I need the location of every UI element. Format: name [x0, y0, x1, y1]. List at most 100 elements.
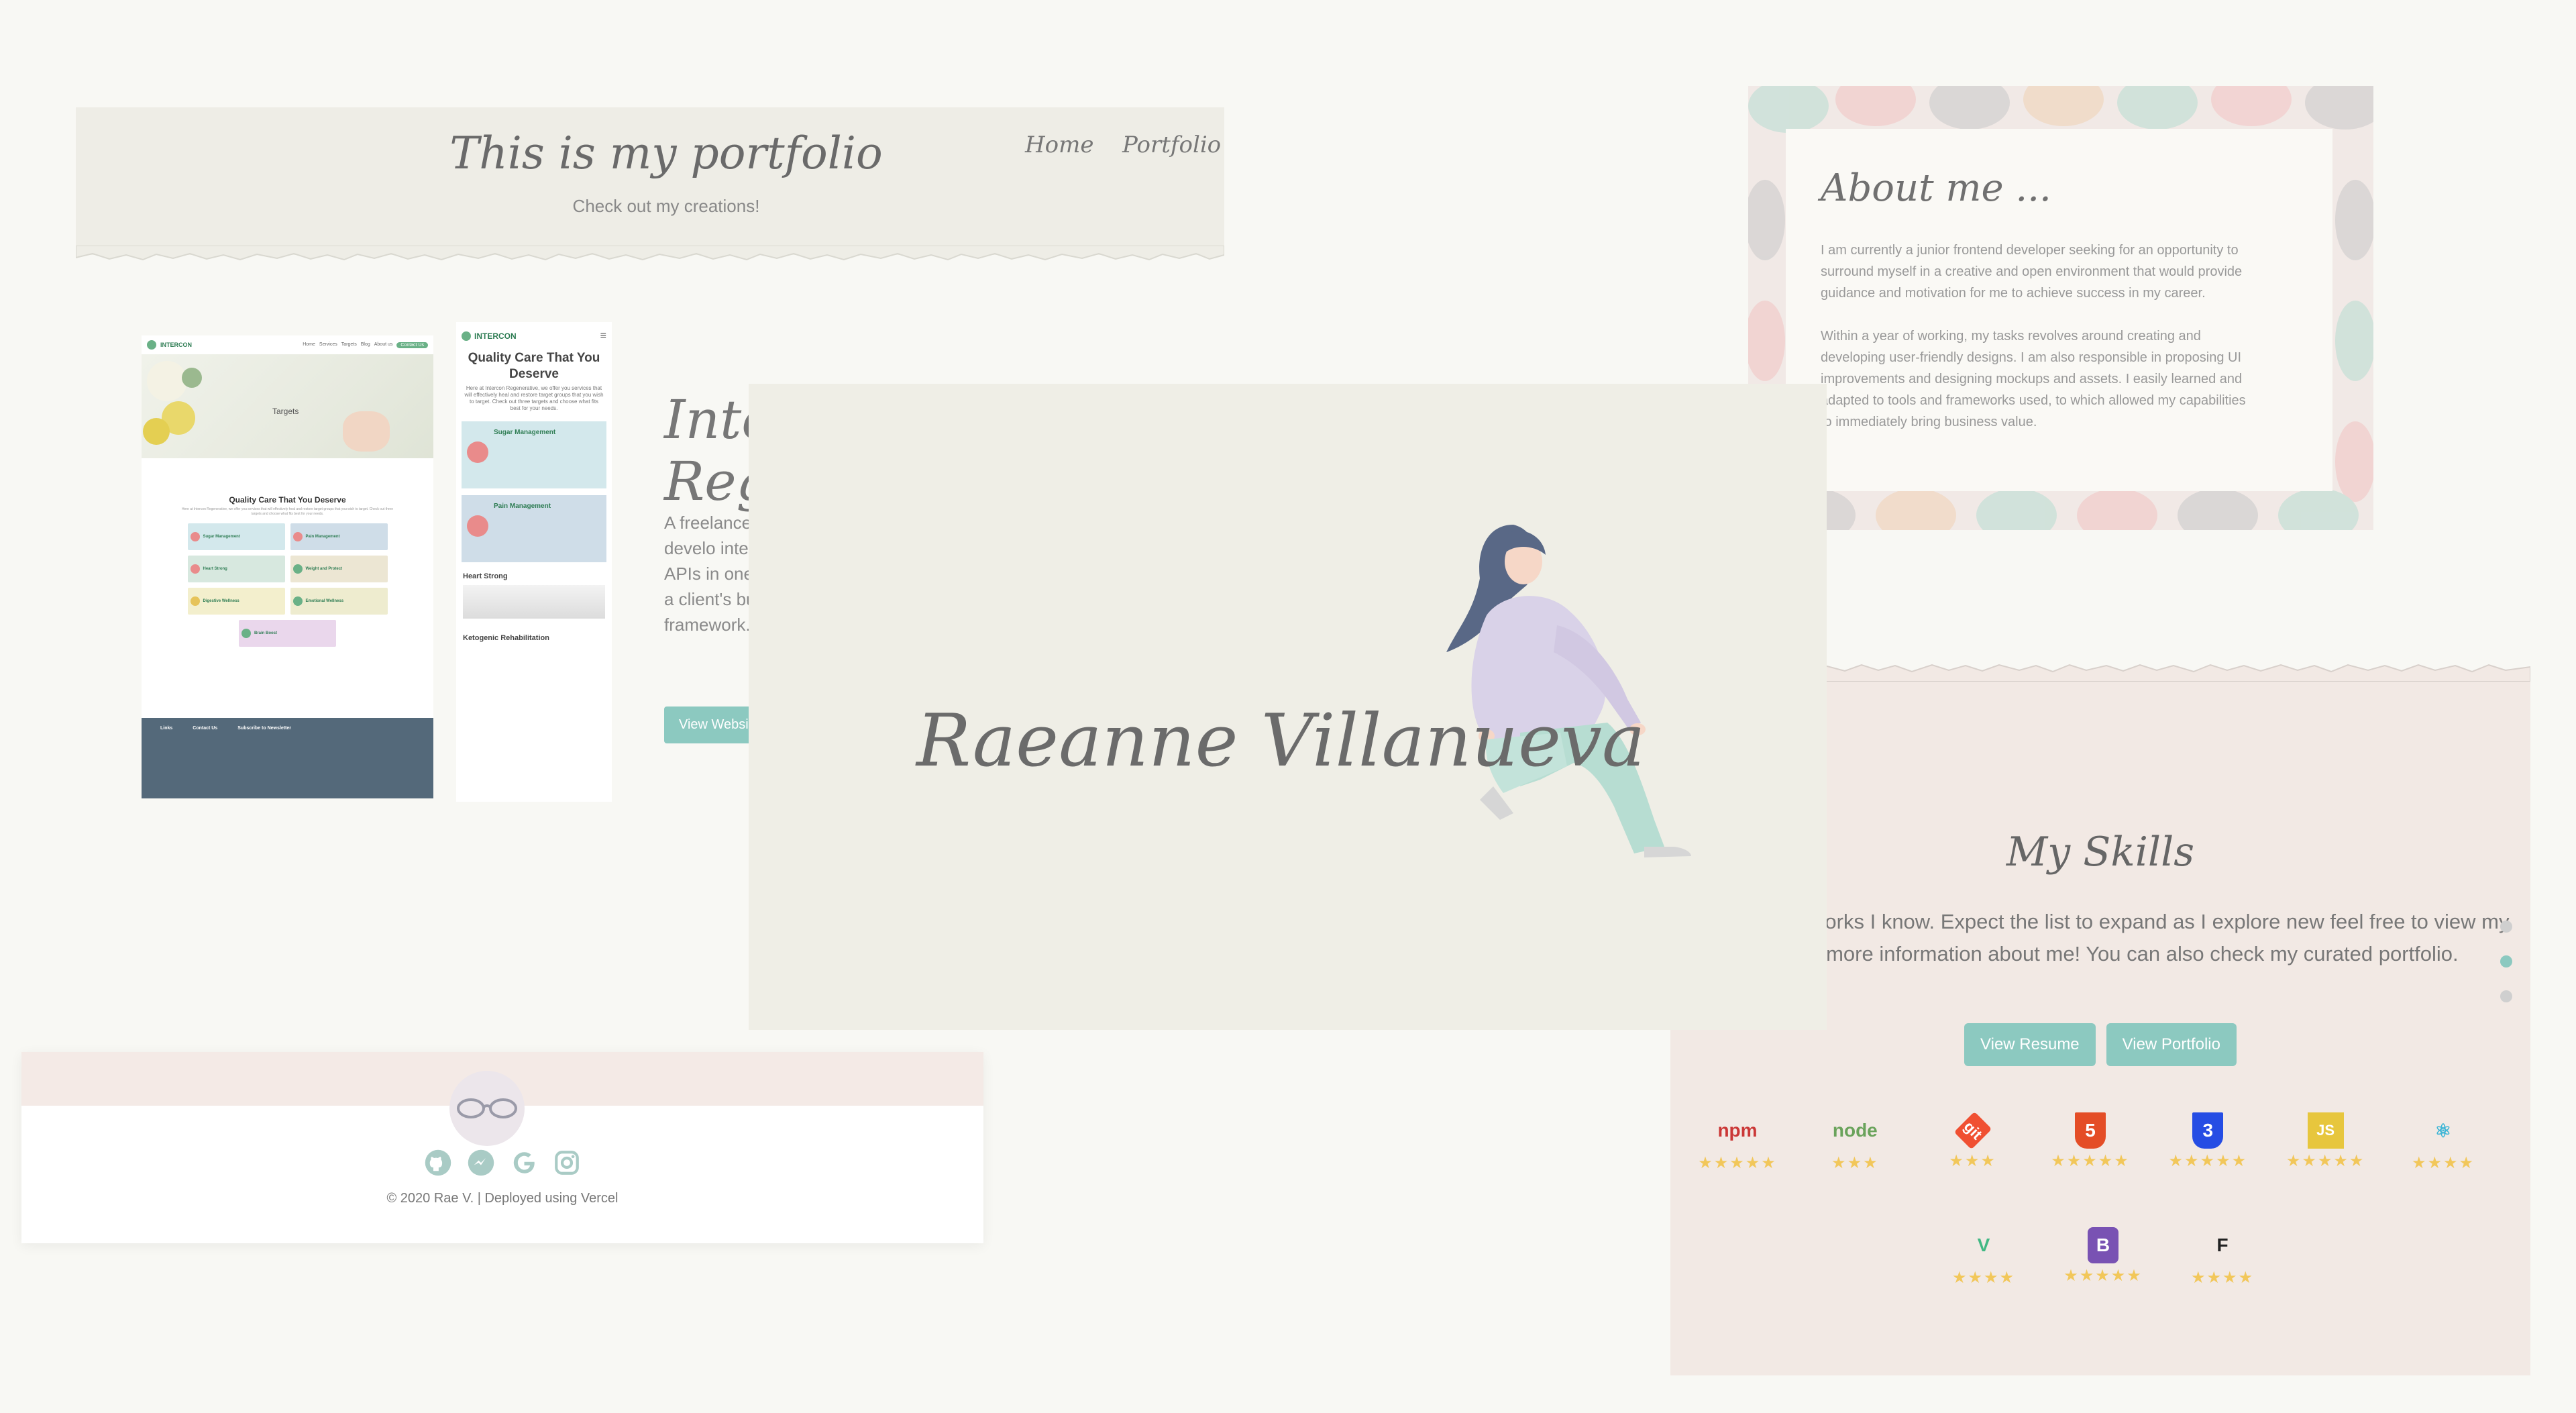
card-icon	[467, 515, 488, 537]
about-paragraph: I am currently a junior frontend develop…	[1821, 243, 2243, 301]
instagram-icon[interactable]	[551, 1147, 582, 1178]
javascript-icon: JS	[2307, 1112, 2344, 1149]
leaf-image	[182, 368, 202, 388]
github-icon[interactable]	[423, 1147, 453, 1178]
card-text: Brain Boost	[254, 631, 278, 635]
skill-rating: ★★★★★	[2051, 1152, 2130, 1170]
npm-icon: npm	[1717, 1120, 1758, 1141]
mockup-footer: Links Contact Us Subscribe to Newsletter	[142, 718, 433, 798]
card-icon	[292, 564, 303, 574]
google-icon[interactable]	[508, 1147, 539, 1178]
skill-rating: ★★★★★	[1698, 1154, 1777, 1172]
figma-icon: F	[2216, 1235, 2229, 1255]
nav-portfolio-link[interactable]: Portfolio	[1122, 132, 1221, 158]
mobile-card-list: Sugar Management Pain Management	[456, 421, 612, 562]
skills-row: V ★★★★ B ★★★★★ F ★★★★	[1670, 1225, 2530, 1288]
card-icon	[190, 596, 200, 606]
card-text: Heart Strong	[203, 567, 227, 571]
about-paragraph: Within a year of working, my tasks revol…	[1821, 329, 2246, 429]
glasses-avatar-icon	[449, 1071, 525, 1146]
node-icon: node	[1832, 1120, 1878, 1141]
skill-item: JS ★★★★★	[2275, 1110, 2376, 1173]
mockup-nav-link: Home	[303, 342, 315, 347]
skill-rating: ★★★★★	[2063, 1267, 2143, 1285]
skill-rating: ★★★	[1949, 1152, 1996, 1170]
about-title: About me ...	[1821, 166, 2051, 210]
mobile-section-heart: Heart Strong	[456, 562, 612, 619]
website-mobile-mockup: INTERCON ≡ Quality Care That You Deserve…	[456, 322, 612, 802]
intercon-logo-icon	[147, 340, 156, 350]
section-image	[463, 585, 605, 619]
skill-item: F ★★★★	[2172, 1225, 2273, 1288]
card-text: Emotional Wellness	[305, 599, 344, 603]
torn-paper-edge	[76, 246, 1224, 261]
skill-item: npm ★★★★★	[1687, 1110, 1788, 1173]
mockup-contact-button: Contact Us	[396, 342, 428, 348]
css3-icon: 3	[2192, 1112, 2224, 1149]
view-portfolio-button[interactable]: View Portfolio	[2106, 1023, 2237, 1066]
skill-rating: ★★★	[1831, 1154, 1879, 1172]
skills-grid: npm ★★★★★ node ★★★ git ★★★ 5 ★★★★★ 3 ★★★★★ JS ★★★★★…	[1670, 1110, 2530, 1288]
mobile-section-keto: Ketogenic Rehabilitation	[463, 634, 549, 642]
bootstrap-icon: B	[2088, 1227, 2118, 1263]
mockup-nav-link: Targets	[341, 342, 357, 347]
page-dot[interactable]	[2500, 955, 2512, 967]
vue-icon: V	[1977, 1235, 1990, 1255]
mobile-section-title: Quality Care That You Deserve	[468, 351, 600, 381]
card-text: Digestive Wellness	[203, 599, 239, 603]
skill-item: node ★★★	[1805, 1110, 1905, 1173]
card-icon	[190, 532, 200, 541]
html5-icon: 5	[2074, 1112, 2106, 1149]
about-panel: About me ... I am currently a junior fro…	[1748, 86, 2373, 530]
mockup-section-subtitle: Here at Intercon Regenerative, we offer …	[182, 507, 393, 516]
mockup-card: Emotional Wellness	[290, 588, 388, 615]
page-dot[interactable]	[2500, 921, 2512, 933]
skill-item: B ★★★★★	[2053, 1225, 2153, 1288]
card-text: Pain Management	[494, 503, 551, 510]
skill-item: ⚛ ★★★★	[2393, 1110, 2493, 1173]
portfolio-subtitle: Check out my creations!	[572, 196, 760, 216]
card-text: Weight and Protect	[305, 567, 343, 571]
about-text: I am currently a junior frontend develop…	[1821, 240, 2250, 433]
skill-rating: ★★★★★	[2168, 1152, 2248, 1170]
mockup-card: Heart Strong	[187, 556, 285, 582]
website-desktop-mockup: INTERCON Home Services Targets Blog Abou…	[142, 335, 433, 798]
page-dot[interactable]	[2500, 990, 2512, 1002]
card-icon	[292, 532, 303, 541]
skill-item: git ★★★	[1923, 1110, 2023, 1173]
hand-image	[343, 411, 390, 452]
card-text: Pain Management	[305, 535, 340, 539]
mockup-card: Sugar Management	[187, 523, 285, 550]
skills-row: npm ★★★★★ node ★★★ git ★★★ 5 ★★★★★ 3 ★★★★★ JS ★★★★★…	[1670, 1110, 2530, 1173]
skill-rating: ★★★★	[1951, 1269, 2016, 1287]
messenger-icon[interactable]	[466, 1147, 496, 1178]
page-indicator	[2500, 921, 2512, 1025]
mockup-navbar: INTERCON Home Services Targets Blog Abou…	[142, 335, 433, 354]
mobile-section-text: Here at Intercon Regenerative, we offer …	[464, 385, 604, 411]
nav-home-link[interactable]: Home	[1025, 132, 1093, 158]
sitting-girl-illustration	[1446, 525, 1691, 857]
mockup-section-title: Quality Care That You Deserve	[229, 495, 346, 505]
card-icon	[467, 441, 488, 463]
mockup-nav-link: About us	[374, 342, 393, 347]
mockup-nav-links: Home Services Targets Blog About us Cont…	[303, 342, 428, 348]
flower-image	[143, 418, 170, 445]
social-icons	[21, 1147, 983, 1178]
portfolio-title: This is my portfolio	[449, 127, 883, 179]
glasses-icon	[457, 1098, 517, 1118]
footer-copyright: © 2020 Rae V. | Deployed using Vercel	[386, 1191, 619, 1206]
mockup-card: Weight and Protect	[290, 556, 388, 582]
flower-image	[147, 361, 187, 401]
footer-panel: © 2020 Rae V. | Deployed using Vercel	[21, 1052, 983, 1243]
mockup-card-grid: Sugar Management Pain Management Heart Str…	[142, 523, 433, 615]
skill-rating: ★★★★	[2411, 1154, 2475, 1172]
mockup-hero-image: Targets	[142, 354, 433, 458]
intercon-logo-icon	[462, 331, 471, 341]
mockup-nav-link: Blog	[360, 342, 370, 347]
mobile-navbar: INTERCON ≡	[456, 322, 612, 350]
card-text: Sugar Management	[203, 535, 240, 539]
mobile-card: Pain Management	[462, 495, 606, 562]
about-card: About me ... I am currently a junior fro…	[1786, 129, 2332, 491]
portfolio-header: This is my portfolio Check out my creati…	[76, 107, 1224, 261]
view-resume-button[interactable]: View Resume	[1964, 1023, 2096, 1066]
